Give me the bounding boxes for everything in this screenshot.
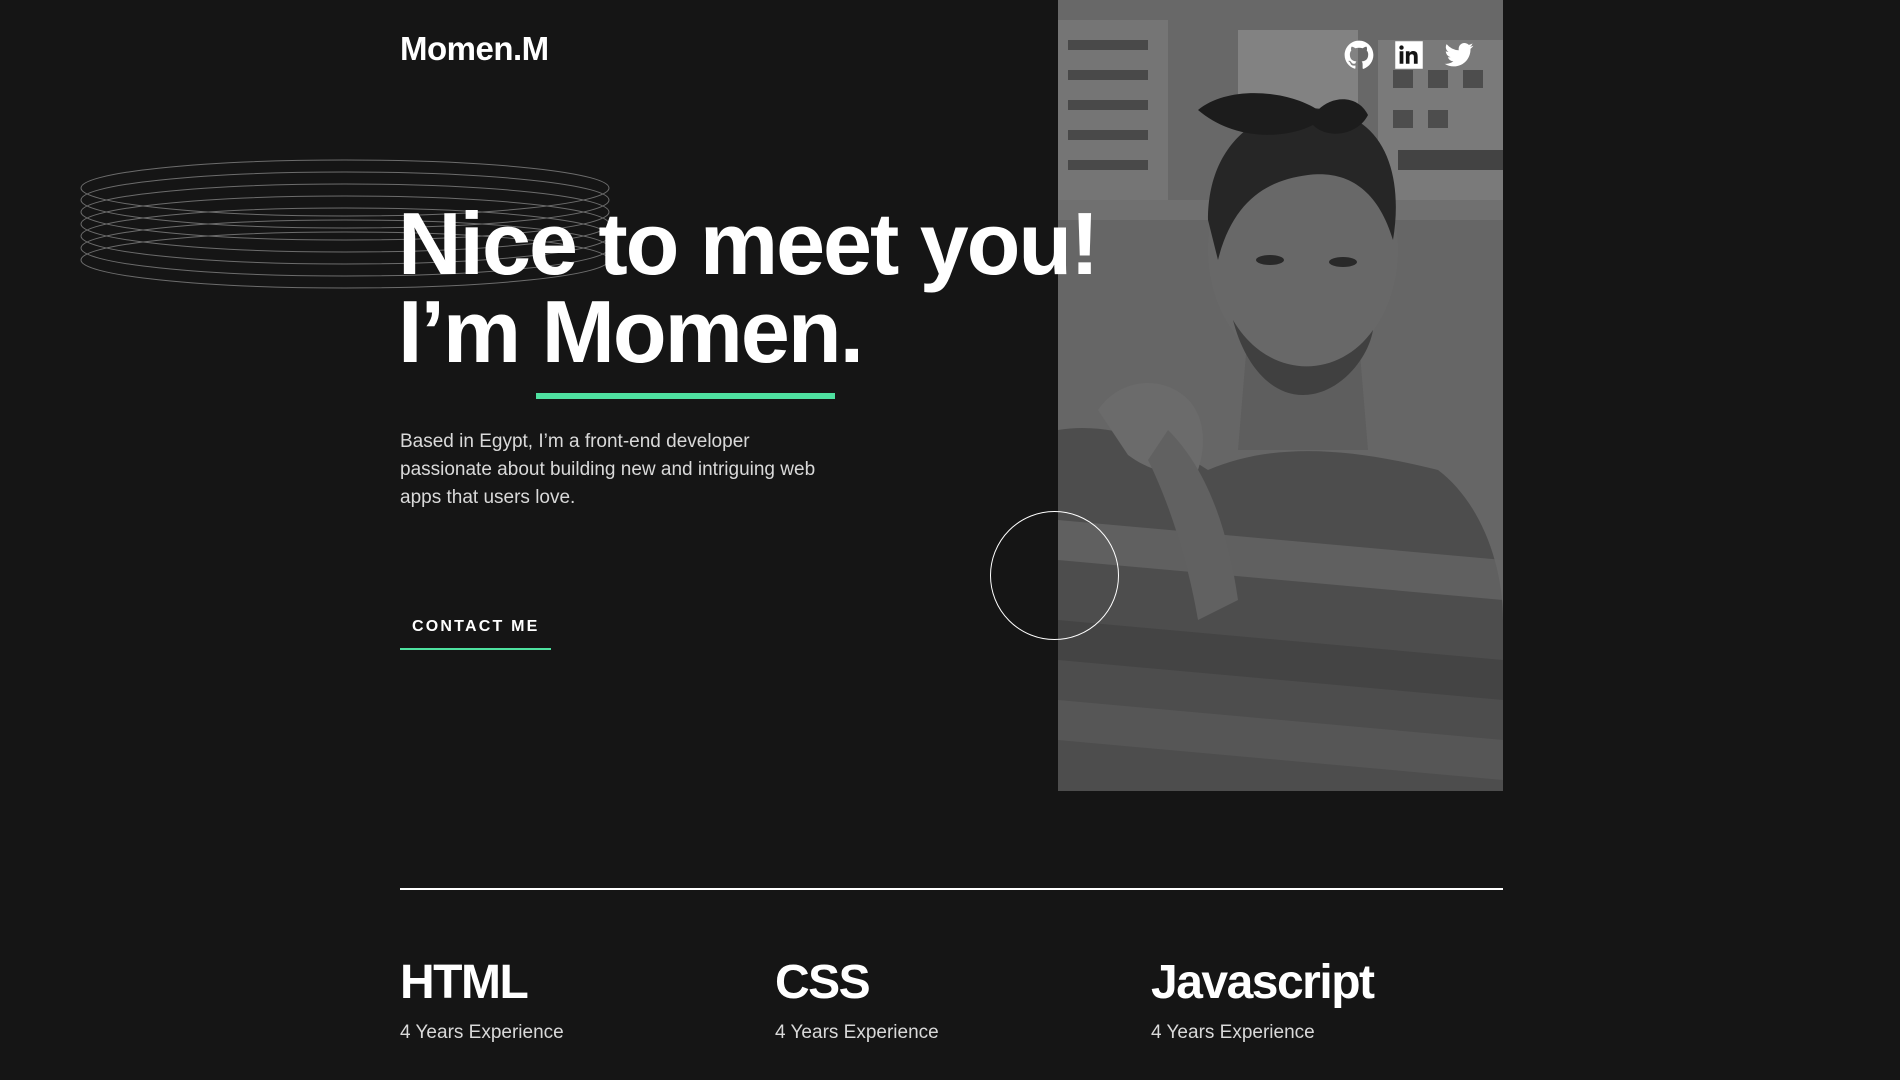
github-icon[interactable]	[1344, 40, 1374, 70]
skill-name: CSS	[775, 956, 871, 1009]
portfolio-page: Momen.M Nice to meet you! I’m Momen. Bas…	[0, 0, 1900, 1080]
hero-title: Nice to meet you! I’m Momen.	[398, 194, 1099, 376]
skill-experience: 4 Years Experience	[775, 1022, 939, 1043]
skill-name: Javascript	[1151, 956, 1375, 1009]
twitter-icon[interactable]	[1444, 40, 1474, 70]
profile-photo	[1058, 0, 1503, 791]
social-links	[1344, 40, 1474, 70]
section-divider	[400, 888, 1503, 890]
hero-title-line-2: I’m Momen.	[398, 288, 1097, 376]
skills-section: HTML 4 Years Experience CSS 4 Years Expe…	[400, 955, 1510, 1080]
skill-experience: 4 Years Experience	[400, 1022, 564, 1043]
skill-html: HTML 4 Years Experience	[400, 955, 564, 1045]
contact-me-button[interactable]: CONTACT ME	[400, 610, 552, 650]
skill-name: HTML	[400, 956, 529, 1009]
skill-css: CSS 4 Years Experience	[775, 955, 939, 1045]
skill-javascript: Javascript 4 Years Experience	[1151, 955, 1375, 1045]
hero-title-line-1: Nice to meet you!	[398, 194, 1099, 293]
hero-title-prefix: I’m	[398, 282, 542, 381]
circle-decoration	[990, 511, 1119, 640]
logo[interactable]: Momen.M	[400, 30, 549, 68]
skill-experience: 4 Years Experience	[1151, 1022, 1315, 1043]
name-underline	[536, 393, 835, 399]
hero-name: Momen.	[541, 282, 864, 381]
hero-intro: Based in Egypt, I’m a front-end develope…	[400, 431, 816, 508]
linkedin-icon[interactable]	[1394, 40, 1424, 70]
